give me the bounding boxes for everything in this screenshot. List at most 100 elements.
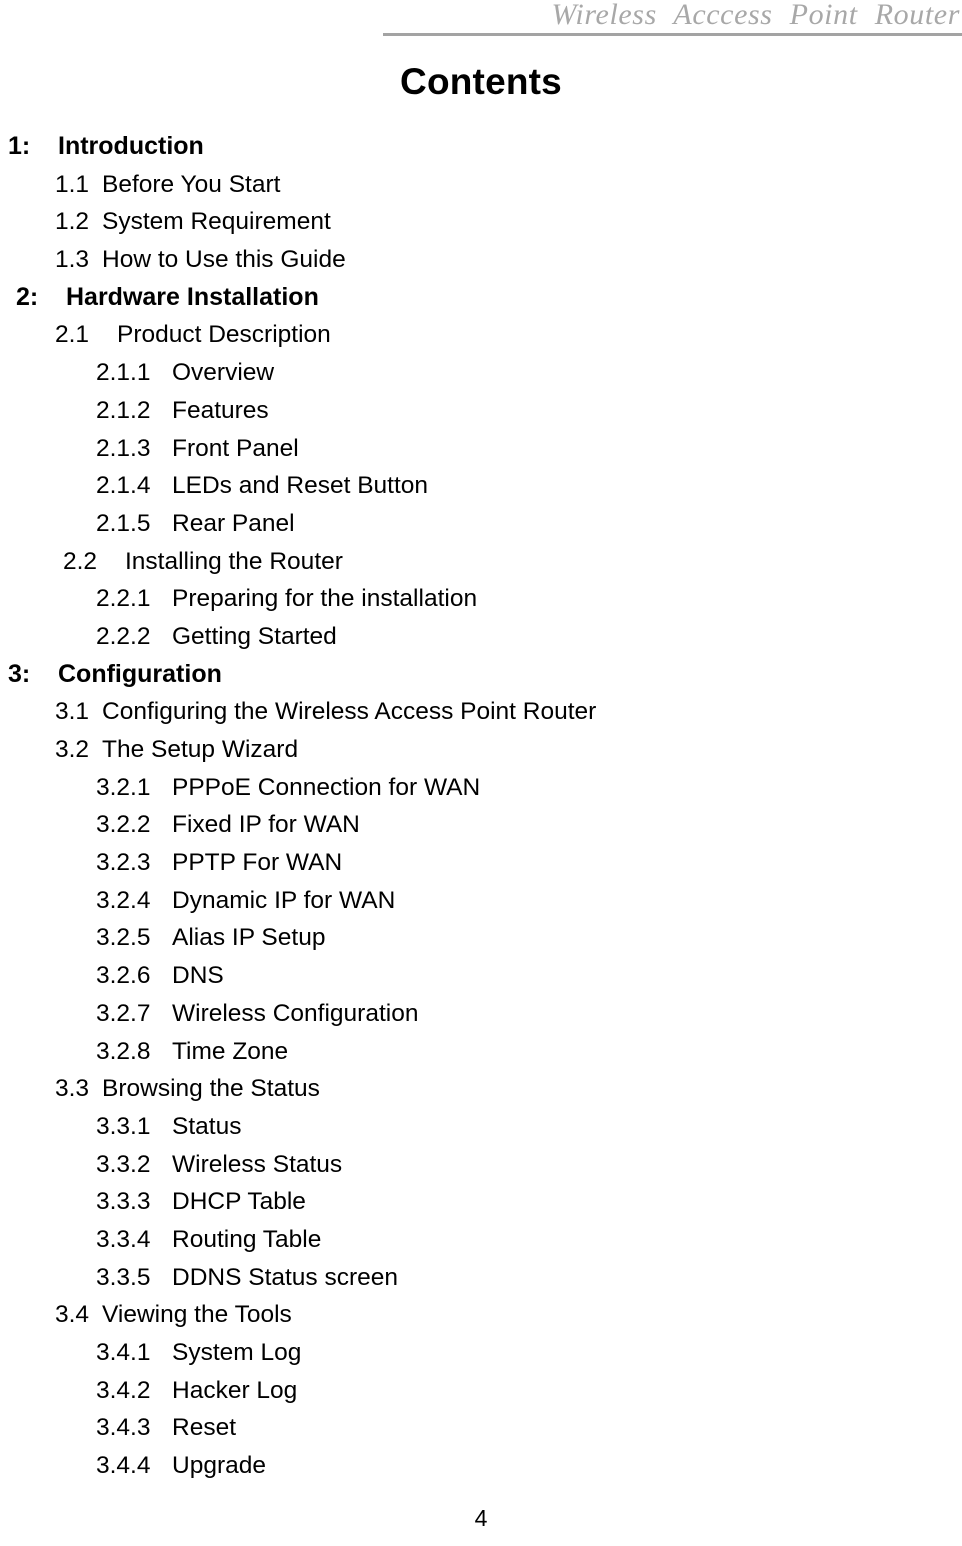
toc-entry-label: Configuration (58, 659, 222, 688)
toc-entry-label: How to Use this Guide (102, 246, 346, 274)
toc-entry-label: Front Panel (172, 434, 299, 462)
toc-entry[interactable]: 3.2.5 Alias IP Setup (0, 919, 962, 957)
page-header: Wireless Acccess Point Router (0, 0, 962, 40)
toc-entry[interactable]: 2.1.2 Features (0, 392, 962, 430)
toc-entry-number: 3.2.3 (96, 849, 151, 877)
toc-entry-number: 3.3.1 (96, 1112, 151, 1140)
toc-entry[interactable]: 3: Configuration (0, 656, 962, 694)
toc-entry-label: LEDs and Reset Button (172, 472, 429, 500)
toc-entry[interactable]: 1: Introduction (0, 128, 962, 166)
toc-entry-label: Time Zone (172, 1037, 289, 1065)
toc-entry[interactable]: 2.2 Installing the Router (0, 543, 962, 581)
toc-entry[interactable]: 3.3.1 Status (0, 1108, 962, 1146)
running-header-title: Wireless Acccess Point Router (551, 0, 960, 31)
toc-entry[interactable]: 1.3 How to Use this Guide (0, 241, 962, 279)
toc-entry[interactable]: 3.3.2 Wireless Status (0, 1146, 962, 1184)
toc-entry-number: 2.2 (63, 547, 98, 575)
toc-entry-number: 2.1.2 (96, 396, 151, 424)
toc-entry[interactable]: 3.2.1 PPPoE Connection for WAN (0, 769, 962, 807)
toc-entry[interactable]: 3.2 The Setup Wizard (0, 731, 962, 769)
toc-entry-number: 3.2.2 (96, 811, 151, 839)
toc-entry-label: Wireless Configuration (172, 999, 419, 1027)
toc-entry-label: Fixed IP for WAN (172, 811, 360, 839)
toc-entry[interactable]: 3.2.3 PPTP For WAN (0, 844, 962, 882)
toc-entry[interactable]: 3.2.6 DNS (0, 957, 962, 995)
toc-entry-number: 3.3.4 (96, 1225, 151, 1253)
toc-entry-number: 3.3 (55, 1075, 90, 1103)
toc-entry-label: Hardware Installation (66, 282, 319, 311)
toc-entry-label: Routing Table (172, 1225, 322, 1253)
header-rule (383, 33, 962, 36)
toc-entry-number: 2.1.3 (96, 434, 151, 462)
toc-entry-label: Product Description (117, 321, 331, 349)
toc-entry-number: 3.4.1 (96, 1339, 151, 1366)
toc-entry[interactable]: 3.1 Configuring the Wireless Access Point… (0, 693, 962, 731)
toc-entry-label: PPTP For WAN (172, 849, 343, 877)
toc-entry-label: Preparing for the installation (172, 585, 478, 613)
toc-entry-label: Before You Start (102, 170, 281, 198)
toc-entry-number: 3: (8, 659, 31, 688)
toc-entry-label: Alias IP Setup (172, 924, 326, 952)
table-of-contents: 1: Introduction 1.1 Before You Start 1.2 Syst… (0, 128, 962, 1485)
toc-entry-number: 3.3.2 (96, 1150, 151, 1178)
toc-entry-number: 3.2.8 (96, 1037, 151, 1065)
toc-entry-number: 2.1.5 (96, 509, 151, 537)
page-number: 4 (474, 1505, 488, 1531)
toc-entry-number: 3.1 (55, 698, 90, 726)
toc-entry-number: 3.2.6 (96, 962, 151, 990)
toc-entry-number: 1: (8, 132, 31, 160)
toc-entry-label: Introduction (58, 132, 204, 160)
toc-entry-label: PPPoE Connection for WAN (172, 773, 481, 801)
toc-entry-number: 1.1 (55, 170, 90, 198)
toc-entry[interactable]: 2.1.4 LEDs and Reset Button (0, 467, 962, 505)
toc-entry-number: 3.2.7 (96, 999, 151, 1027)
toc-entry-label: System Log (172, 1339, 302, 1366)
toc-entry[interactable]: 2.2.1 Preparing for the installation (0, 580, 962, 618)
toc-entry-label: Installing the Router (125, 547, 343, 575)
toc-entry[interactable]: 3.2.4 Dynamic IP for WAN (0, 882, 962, 920)
toc-entry-number: 1.3 (55, 246, 90, 274)
toc-entry-number: 3.2 (55, 736, 90, 763)
toc-entry-label: Getting Started (172, 622, 337, 650)
toc-entry[interactable]: 3.3.3 DHCP Table (0, 1183, 962, 1221)
toc-entry[interactable]: 3.3 Browsing the Status (0, 1070, 962, 1108)
toc-entry[interactable]: 3.4.2 Hacker Log (0, 1372, 962, 1410)
toc-entry[interactable]: 1.1 Before You Start (0, 166, 962, 204)
toc-entry-label: Wireless Status (172, 1150, 343, 1178)
toc-entry[interactable]: 3.4 Viewing the Tools (0, 1296, 962, 1334)
toc-entry[interactable]: 3.2.2 Fixed IP for WAN (0, 806, 962, 844)
toc-entry-label: Configuring the Wireless Access Point Ro… (102, 698, 597, 726)
toc-entry-number: 3.2.5 (96, 924, 151, 952)
toc-entry[interactable]: 1.2 System Requirement (0, 203, 962, 241)
toc-entry[interactable]: 2.1 Product Description (0, 316, 962, 354)
toc-entry-label: Hacker Log (172, 1376, 298, 1404)
toc-entry-number: 3.4.4 (96, 1452, 151, 1480)
toc-entry[interactable]: 2.1.1 Overview (0, 354, 962, 392)
toc-entry[interactable]: 3.4.3 Reset (0, 1409, 962, 1447)
toc-entry[interactable]: 3.4.4 Upgrade (0, 1447, 962, 1485)
toc-entry-number: 3.4 (55, 1301, 90, 1329)
toc-entry-number: 2.1.4 (96, 472, 151, 500)
toc-entry-number: 3.2.4 (96, 886, 151, 914)
page-title: Contents (400, 61, 562, 102)
toc-entry-label: Overview (172, 359, 275, 387)
toc-entry[interactable]: 2: Hardware Installation (0, 279, 962, 317)
toc-entry[interactable]: 3.3.4 Routing Table (0, 1221, 962, 1259)
toc-entry[interactable]: 2.1.3 Front Panel (0, 430, 962, 468)
toc-entry-label: System Requirement (102, 208, 331, 236)
toc-entry[interactable]: 3.2.7 Wireless Configuration (0, 995, 962, 1033)
toc-entry-label: Browsing the Status (102, 1075, 320, 1103)
toc-entry-label: Rear Panel (172, 509, 295, 537)
toc-entry-label: DHCP Table (172, 1188, 306, 1216)
toc-entry[interactable]: 2.1.5 Rear Panel (0, 505, 962, 543)
toc-entry-label: Features (172, 396, 269, 424)
toc-entry[interactable]: 3.4.1 System Log (0, 1334, 962, 1372)
toc-entry[interactable]: 3.2.8 Time Zone (0, 1033, 962, 1071)
toc-entry[interactable]: 3.3.5 DDNS Status screen (0, 1259, 962, 1297)
toc-entry-label: Reset (172, 1414, 237, 1442)
toc-entry-label: The Setup Wizard (102, 736, 299, 763)
toc-entry-label: DNS (172, 962, 224, 990)
toc-entry[interactable]: 2.2.2 Getting Started (0, 618, 962, 656)
toc-entry-label: Viewing the Tools (102, 1301, 292, 1329)
toc-entry-number: 2.2.2 (96, 622, 151, 650)
